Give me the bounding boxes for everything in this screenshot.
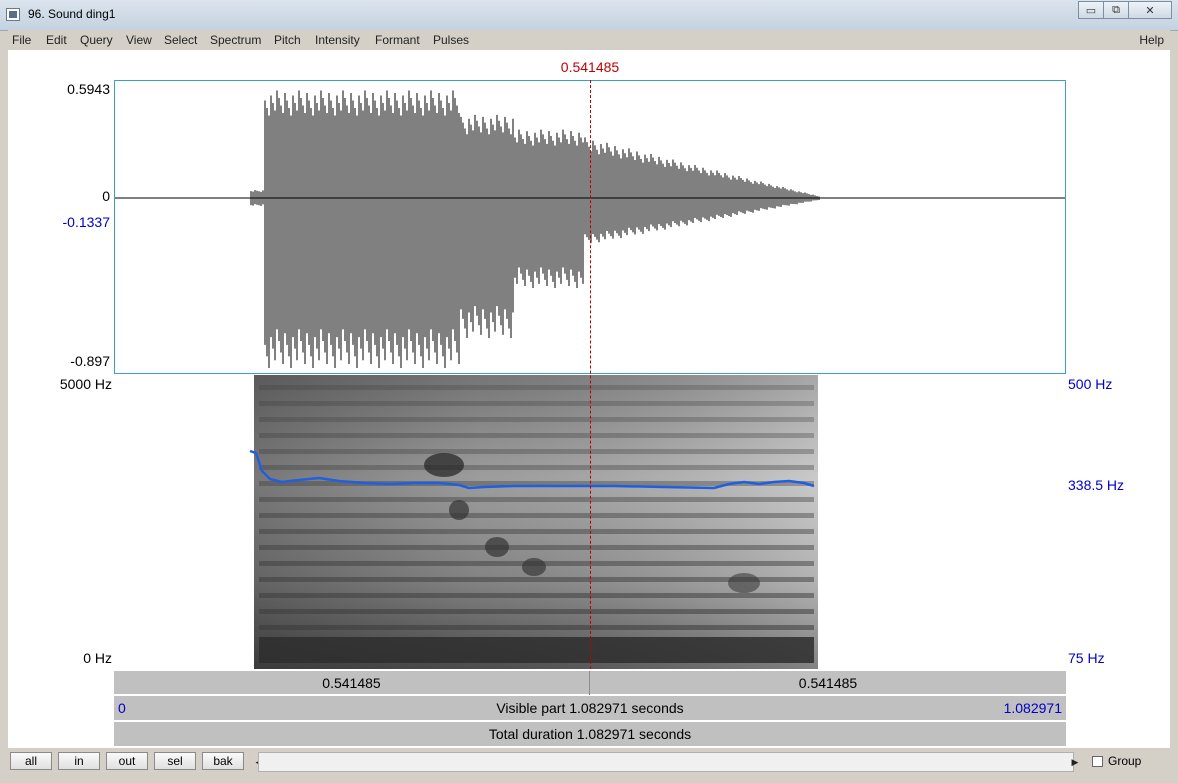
zoom-back-button[interactable]: bak (202, 752, 244, 770)
harmonic-band (259, 417, 814, 422)
visible-part-bar[interactable]: 0 Visible part 1.082971 seconds 1.082971 (114, 695, 1066, 720)
group-checkbox[interactable] (1092, 756, 1103, 767)
time-segment-left-label: 0.541485 (322, 675, 381, 691)
formant-blob-5 (728, 573, 760, 593)
visible-part-label: Visible part 1.082971 seconds (496, 700, 684, 716)
harmonic-band (259, 625, 814, 630)
waveform-max-label: 0.5943 (67, 81, 110, 97)
pitch-value-label: 338.5 Hz (1068, 477, 1125, 493)
app-window-icon[interactable] (6, 8, 20, 21)
menu-formant[interactable]: Formant (375, 33, 420, 47)
harmonic-band (259, 449, 814, 454)
harmonic-band (259, 497, 814, 502)
menu-help[interactable]: Help (1139, 33, 1164, 47)
menu-pitch[interactable]: Pitch (274, 33, 301, 47)
group-label: Group (1108, 754, 1142, 768)
menu-file[interactable]: File (12, 33, 31, 47)
title-bar: 96. Sound ding1 ▭ ⧉ ✕ (0, 0, 1178, 31)
harmonic-band (259, 433, 814, 438)
scroll-right-arrow-icon[interactable]: ▶ (1068, 753, 1082, 771)
harmonic-band (259, 593, 814, 598)
total-duration-bar[interactable]: Total duration 1.082971 seconds (114, 721, 1066, 746)
pitch-bottom-label: 75 Hz (1068, 650, 1105, 666)
visible-end: 1.082971 (1003, 700, 1062, 716)
menu-view[interactable]: View (126, 33, 152, 47)
spectrogram-bottom-label: 0 Hz (83, 650, 112, 666)
close-button[interactable]: ✕ (1128, 1, 1172, 19)
spectrogram-top-label: 5000 Hz (59, 376, 112, 392)
harmonic-band (259, 401, 814, 406)
time-segment-right[interactable]: 0.541485 (590, 671, 1066, 695)
waveform-zero-label: 0 (102, 188, 110, 204)
time-segment-left[interactable]: 0.541485 (114, 671, 590, 695)
harmonic-band (259, 545, 814, 550)
harmonic-band (259, 609, 814, 614)
menu-intensity[interactable]: Intensity (315, 33, 360, 47)
zoom-out-button[interactable]: out (106, 752, 148, 770)
spectrogram-low-band (259, 637, 814, 663)
cursor-time-label: 0.541485 (560, 59, 620, 75)
menu-edit[interactable]: Edit (46, 33, 67, 47)
minimize-button[interactable]: ▭ (1078, 1, 1104, 19)
formant-blob-1 (424, 453, 464, 477)
cursor-line (590, 80, 591, 669)
horizontal-scrollbar[interactable] (258, 752, 1074, 772)
menu-select[interactable]: Select (164, 33, 197, 47)
time-selection-bar[interactable]: 0.541485 0.541485 (114, 670, 1066, 695)
menu-pulses[interactable]: Pulses (433, 33, 469, 47)
formant-blob-3 (485, 537, 509, 557)
zoom-in-button[interactable]: in (58, 752, 100, 770)
menu-bar: File Edit Query View Select Spectrum Pit… (8, 30, 1170, 51)
time-segment-right-label: 0.541485 (798, 675, 858, 691)
bottom-toolbar: all in out sel bak ◀ ▶ Group (8, 748, 1170, 775)
zoom-selection-button[interactable]: sel (154, 752, 196, 770)
harmonic-band (259, 513, 814, 518)
formant-blob-2 (449, 500, 469, 520)
maximize-button[interactable]: ⧉ (1103, 1, 1129, 19)
window-title: 96. Sound ding1 (28, 7, 116, 21)
waveform-cursor-value: -0.1337 (62, 214, 110, 230)
menu-spectrum[interactable]: Spectrum (210, 33, 261, 47)
waveform-trace (250, 90, 820, 368)
pitch-top-label: 500 Hz (1068, 376, 1113, 392)
menu-query[interactable]: Query (80, 33, 113, 47)
total-duration-label: Total duration 1.082971 seconds (488, 726, 692, 742)
waveform-path (250, 90, 820, 368)
harmonic-band (259, 529, 814, 534)
waveform-min-label: -0.897 (70, 353, 110, 369)
zoom-all-button[interactable]: all (10, 752, 52, 770)
harmonic-band (259, 385, 814, 390)
formant-blob-4 (522, 558, 546, 576)
harmonic-band (259, 465, 814, 470)
